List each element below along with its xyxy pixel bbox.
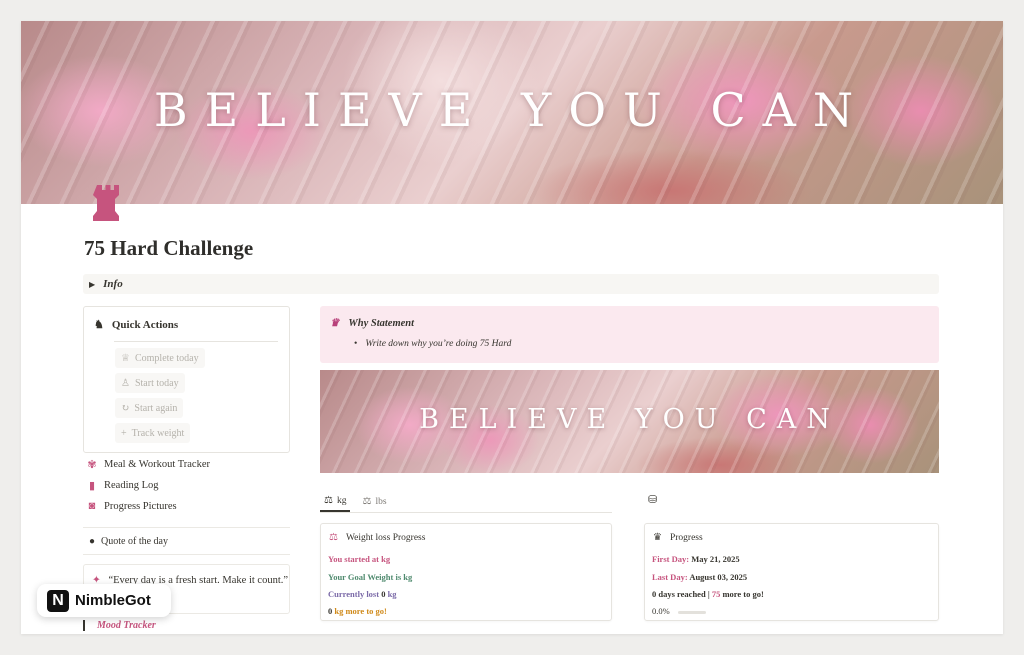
- first-day-row: First Day: May 21, 2025: [652, 554, 740, 564]
- weight-card-header: ⚖ Weight loss Progress: [329, 532, 425, 543]
- speech-bubble-icon: ●: [89, 535, 96, 547]
- mood-tracker-link[interactable]: Mood Tracker: [83, 620, 156, 631]
- link-label: Reading Log: [104, 480, 159, 491]
- banner-text: BELIEVE YOU CAN: [419, 404, 840, 435]
- button-label: Start again: [134, 402, 178, 414]
- quick-actions-panel: ♞ Quick Actions ♕ Complete today ♙ Start…: [83, 306, 290, 453]
- lost-row: Currently lost 0 kg: [328, 589, 397, 599]
- button-label: Start today: [134, 377, 179, 389]
- quick-actions-title: Quick Actions: [111, 318, 179, 331]
- start-again-button[interactable]: ↻ Start again: [115, 398, 184, 418]
- goal-unit: kg: [403, 572, 413, 582]
- triangle-right-icon: ▶: [89, 280, 96, 289]
- more-label: kg more to go!: [334, 606, 387, 616]
- meal-workout-tracker-link[interactable]: ✾ Meal & Workout Tracker: [85, 458, 210, 471]
- progress-pictures-link[interactable]: ◙ Progress Pictures: [85, 500, 177, 512]
- cover-banner: BELIEVE YOU CAN: [21, 21, 1003, 204]
- cover-text: BELIEVE YOU CAN: [153, 83, 871, 137]
- divider: [114, 341, 278, 342]
- book-icon: ▮: [88, 480, 96, 492]
- knight-chess-icon: ♞: [94, 319, 104, 331]
- reached-value: 0: [652, 589, 657, 599]
- quick-actions-header: ♞ Quick Actions: [94, 318, 179, 332]
- progress-card-title: Progress: [669, 532, 703, 543]
- lost-value: 0: [381, 589, 386, 599]
- tab-label: kg: [336, 495, 347, 506]
- last-day-row: Last Day: August 03, 2025: [652, 572, 747, 582]
- first-day-label: First Day:: [652, 554, 690, 564]
- crown-icon: ♛: [330, 318, 340, 329]
- weight-loss-card[interactable]: ⚖ Weight loss Progress You started at kg…: [320, 523, 612, 621]
- page-title: 75 Hard Challenge: [84, 236, 254, 260]
- pawn-icon: ♙: [121, 377, 130, 389]
- lost-unit: kg: [387, 589, 397, 599]
- why-statement-header: ♛ Why Statement: [330, 317, 415, 330]
- button-label: Complete today: [134, 352, 199, 364]
- started-label: You started at: [328, 554, 379, 564]
- nimblegot-badge: N NimbleGot: [37, 584, 171, 617]
- reached-label: days reached: [658, 589, 706, 599]
- percent-text: 0.0%: [652, 606, 670, 616]
- progress-card[interactable]: ♛ Progress First Day: May 21, 2025 Last …: [644, 523, 939, 621]
- track-weight-button[interactable]: + Track weight: [115, 423, 191, 443]
- nimblegot-text: NimbleGot: [75, 592, 151, 609]
- lost-label: Currently lost: [328, 589, 380, 599]
- page-frame: BELIEVE YOU CAN 75 Hard Challenge ▶ Info…: [21, 21, 1003, 634]
- goal-row: Your Goal Weight is kg: [328, 572, 412, 582]
- complete-today-button[interactable]: ♕ Complete today: [115, 348, 205, 368]
- reading-log-link[interactable]: ▮ Reading Log: [85, 479, 159, 492]
- quote-heading-label: Quote of the day: [101, 535, 168, 547]
- progress-card-header: ♛ Progress: [653, 532, 703, 543]
- more-to-go-row: 0 kg more to go!: [328, 606, 387, 616]
- days-reached-row: 0 days reached | 75 more to go!: [652, 589, 764, 599]
- start-today-button[interactable]: ♙ Start today: [115, 373, 185, 393]
- camera-icon: ◙: [88, 500, 96, 512]
- believe-banner-image: BELIEVE YOU CAN: [320, 370, 939, 473]
- rook-chess-icon[interactable]: [91, 183, 125, 223]
- tab-kg[interactable]: ⚖ kg: [320, 491, 351, 512]
- nimblegot-logo: N: [47, 589, 69, 612]
- gear-flower-icon: ✾: [87, 459, 97, 471]
- button-label: Track weight: [131, 427, 185, 439]
- last-day-label: Last Day:: [652, 572, 688, 582]
- info-toggle[interactable]: ▶ Info: [83, 274, 939, 294]
- quote-of-the-day-heading: ● Quote of the day: [83, 527, 290, 555]
- why-statement-callout: ♛ Why Statement Write down why you’re do…: [320, 306, 939, 363]
- refresh-icon: ↻: [121, 402, 130, 414]
- last-day-value: August 03, 2025: [689, 572, 748, 582]
- remaining-value: 75: [711, 589, 721, 599]
- link-label: Meal & Workout Tracker: [104, 459, 210, 470]
- goal-label: Your Goal Weight is: [328, 572, 402, 582]
- started-unit: kg: [381, 554, 391, 564]
- link-label: Progress Pictures: [104, 500, 177, 512]
- crown-icon: ♛: [653, 532, 662, 543]
- remaining-label: more to go!: [722, 589, 764, 599]
- plus-icon: +: [121, 427, 127, 439]
- why-statement-title: Why Statement: [348, 317, 415, 329]
- info-label: Info: [103, 278, 123, 290]
- scale-icon: ⚖: [329, 532, 338, 543]
- why-statement-item[interactable]: Write down why you’re doing 75 Hard: [354, 339, 511, 349]
- scale-icon: ⚖: [362, 496, 372, 507]
- weight-card-title: Weight loss Progress: [345, 532, 426, 543]
- scale-icon: ⚖: [324, 495, 333, 506]
- separator: |: [707, 589, 710, 599]
- database-icon[interactable]: ⛁: [648, 493, 657, 506]
- percent-row: 0.0%: [652, 606, 706, 616]
- crown-icon: ♕: [121, 352, 130, 364]
- unit-tabs: ⚖ kg ⚖ lbs: [320, 491, 612, 513]
- tab-label: lbs: [375, 496, 387, 507]
- tab-lbs[interactable]: ⚖ lbs: [358, 491, 390, 512]
- first-day-value: May 21, 2025: [691, 554, 740, 564]
- more-value: 0: [328, 606, 333, 616]
- started-row: You started at kg: [328, 554, 390, 564]
- progress-bar: [677, 610, 706, 614]
